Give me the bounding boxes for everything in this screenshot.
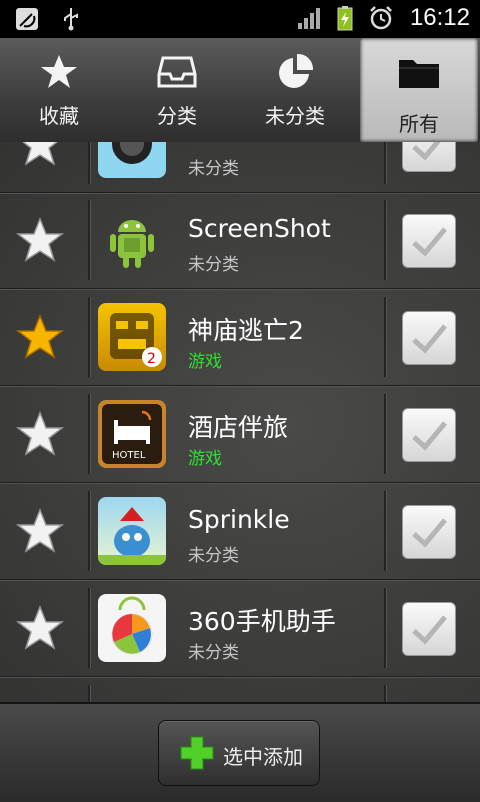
app-name: 神庙逃亡2 [188,316,304,345]
pie-chart-icon [279,53,314,88]
add-selected-label: 选中添加 [223,745,303,769]
checkmark-icon [412,324,447,354]
tab-label: 未分类 [265,104,325,128]
list-item[interactable]: 360手机助手 未分类 [0,580,480,677]
favorite-star-icon[interactable] [16,142,64,168]
select-checkbox[interactable] [402,142,456,172]
tab-categories[interactable]: 分类 [118,38,236,142]
temple-run-icon: 2 [98,303,166,371]
app-category: 游戏 [188,449,222,469]
tab-label: 所有 [399,112,439,136]
select-checkbox[interactable] [402,311,456,365]
list-item[interactable]: ScreenShot 未分类 [0,192,480,289]
battery-charging-icon [337,6,353,31]
checkmark-icon [412,142,441,161]
app-category: 未分类 [188,255,239,275]
favorite-star-icon[interactable] [16,216,64,264]
tab-label: 分类 [157,104,197,128]
checkmark-icon [412,421,447,451]
plus-icon [180,736,214,770]
favorite-star-icon[interactable] [16,604,64,652]
select-checkbox[interactable] [402,505,456,559]
svg-text:2: 2 [147,351,156,367]
folder-icon [399,60,439,88]
inbox-icon [157,56,197,88]
select-checkbox[interactable] [402,408,456,462]
favorite-star-icon[interactable] [16,313,64,361]
app-category: 游戏 [188,352,222,372]
checkmark-icon [412,518,447,548]
status-bar: 16:12 [0,0,480,38]
tab-label: 收藏 [39,104,79,128]
checkmark-icon [412,227,447,257]
tab-bar: 收藏 分类 未分类 所有 [0,38,480,144]
select-checkbox[interactable] [402,214,456,268]
list-item[interactable]: 未分类 [0,142,480,193]
app-list[interactable]: 未分类 ScreenShot 未分类 2 神庙逃亡2 游戏 HOTEL 酒店伴旅… [0,142,480,702]
sprinkle-icon [98,497,166,565]
app-category: 未分类 [188,159,239,179]
status-clock: 16:12 [409,4,470,31]
android-robot-icon [98,206,166,274]
app-category: 未分类 [188,643,239,663]
app-name: Sprinkle [188,505,290,534]
tab-uncategorized[interactable]: 未分类 [236,38,354,142]
tab-all[interactable]: 所有 [360,38,478,142]
app-category: 未分类 [188,546,239,566]
select-checkbox[interactable] [402,602,456,656]
app-name: ScreenShot [188,214,331,243]
hotel-icon: HOTEL [98,400,166,468]
favorite-star-icon[interactable] [16,410,64,458]
svg-text:HOTEL: HOTEL [112,450,146,461]
list-item[interactable]: Sprinkle 未分类 [0,483,480,580]
list-item[interactable] [0,677,480,702]
app-name: 360手机助手 [188,607,336,636]
usb-icon [64,8,78,31]
list-item[interactable]: HOTEL 酒店伴旅 游戏 [0,386,480,483]
checkmark-icon [412,615,447,645]
notification-icon [16,8,38,30]
add-selected-button[interactable]: 选中添加 [158,720,320,786]
star-icon [41,55,77,88]
camera-app-icon [98,142,166,178]
app-name: 酒店伴旅 [188,413,289,442]
360-assistant-icon [98,594,166,662]
alarm-icon [370,6,392,30]
favorite-star-icon[interactable] [16,507,64,555]
list-item[interactable]: 2 神庙逃亡2 游戏 [0,289,480,386]
bottom-bar: 选中添加 [0,702,480,802]
tab-favorites[interactable]: 收藏 [0,38,118,142]
signal-icon [297,8,320,29]
